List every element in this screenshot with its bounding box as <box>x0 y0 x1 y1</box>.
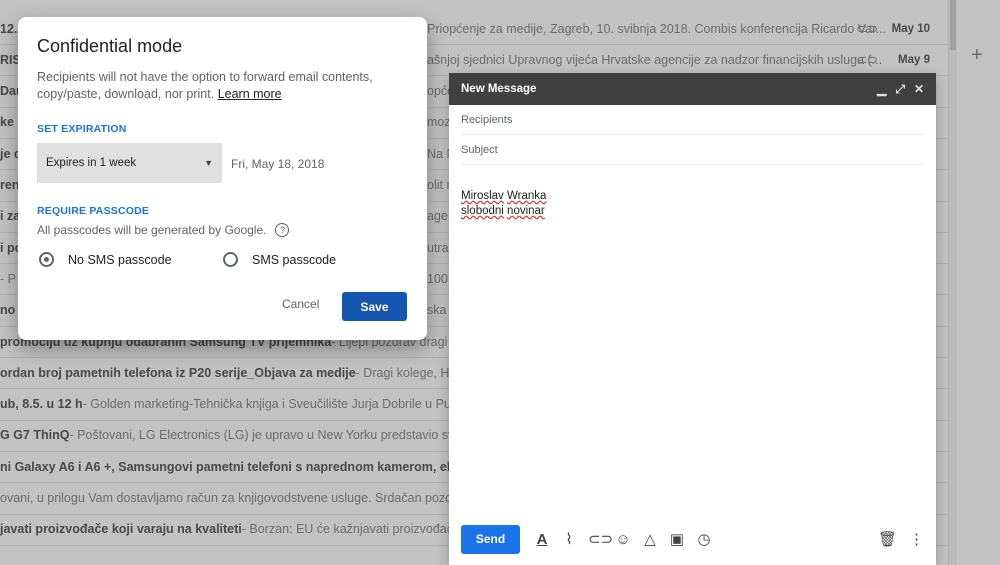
expiration-heading: SET EXPIRATION <box>37 123 127 135</box>
passcode-note: All passcodes will be generated by Googl… <box>37 223 290 237</box>
compose-toolbar: Send A ⌇ ⊂⊃ ☺ △ ▣ ◷ 🗑 ⋮ <box>461 524 924 554</box>
close-icon[interactable]: ✕ <box>914 82 924 97</box>
emoji-icon[interactable]: ☺ <box>615 531 631 548</box>
signature-last-name: Wranka <box>507 190 547 202</box>
sms-passcode-radio[interactable]: SMS passcode <box>223 252 336 267</box>
formatting-icon[interactable]: A <box>534 531 550 548</box>
attach-icon[interactable]: ⌇ <box>561 530 577 548</box>
more-icon[interactable]: ⋮ <box>909 530 924 548</box>
dialog-description: Recipients will not have the option to f… <box>37 69 377 103</box>
expiration-selected-value: Expires in 1 week <box>46 157 137 169</box>
signature-line-2: slobodni novinar <box>461 204 924 219</box>
trash-icon[interactable]: 🗑 <box>878 530 897 548</box>
dropdown-arrow-icon: ▼ <box>204 158 213 168</box>
subject-placeholder: Subject <box>461 143 498 156</box>
compose-header: New Message ▁ ⤢ ✕ <box>449 73 936 105</box>
signature-first-name: Miroslav <box>461 190 504 202</box>
recipients-field[interactable]: Recipients <box>461 105 924 135</box>
compose-title: New Message <box>461 83 537 95</box>
link-icon[interactable]: ⊂⊃ <box>588 530 613 548</box>
dialog-title: Confidential mode <box>37 36 183 56</box>
save-button[interactable]: Save <box>342 292 407 321</box>
subject-field[interactable]: Subject <box>461 135 924 165</box>
fullscreen-icon[interactable]: ⤢ <box>895 82 905 97</box>
photo-icon[interactable]: ▣ <box>669 530 685 548</box>
send-button[interactable]: Send <box>461 524 520 554</box>
compose-window: New Message ▁ ⤢ ✕ Recipients Subject Mir… <box>449 73 936 565</box>
learn-more-link[interactable]: Learn more <box>218 87 282 101</box>
signature-role-2: novinar <box>507 205 545 217</box>
radio-selected-icon <box>39 252 54 267</box>
confidential-icon[interactable]: ◷ <box>696 530 712 548</box>
help-icon[interactable]: ? <box>275 223 290 237</box>
expiration-select[interactable]: Expires in 1 week ▼ <box>37 143 222 183</box>
recipients-placeholder: Recipients <box>461 113 513 126</box>
description-text: Recipients will not have the option to f… <box>37 70 373 101</box>
passcode-heading: REQUIRE PASSCODE <box>37 205 150 217</box>
no-sms-passcode-label: No SMS passcode <box>68 252 172 267</box>
confidential-mode-dialog: Confidential mode Recipients will not ha… <box>18 17 427 340</box>
expiration-date: Fri, May 18, 2018 <box>231 157 325 171</box>
radio-unselected-icon <box>223 252 238 267</box>
no-sms-passcode-radio[interactable]: No SMS passcode <box>39 252 172 267</box>
signature-role-1: slobodni <box>461 205 504 217</box>
signature-line-1: Miroslav Wranka <box>461 189 924 204</box>
passcode-note-text: All passcodes will be generated by Googl… <box>37 223 267 237</box>
cancel-button[interactable]: Cancel <box>282 297 319 311</box>
message-body[interactable]: Miroslav Wranka slobodni novinar <box>449 165 936 219</box>
minimize-icon[interactable]: ▁ <box>877 82 886 97</box>
drive-icon[interactable]: △ <box>642 530 658 548</box>
sms-passcode-label: SMS passcode <box>252 252 337 267</box>
